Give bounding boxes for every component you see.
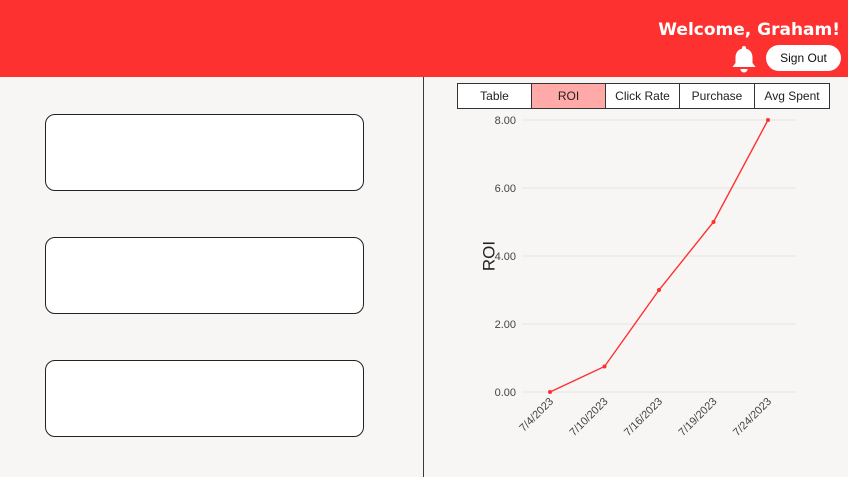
y-tick-label: 8.00 xyxy=(495,115,516,127)
data-point xyxy=(602,364,607,369)
sign-out-button[interactable]: Sign Out xyxy=(766,45,841,71)
y-tick-label: 0.00 xyxy=(495,387,516,399)
data-point xyxy=(766,118,770,122)
y-tick-label: 2.00 xyxy=(495,319,516,331)
x-tick-label: 7/10/2023 xyxy=(568,396,611,439)
data-point xyxy=(711,220,716,224)
bell-icon[interactable] xyxy=(730,44,758,74)
tab-roi[interactable]: ROI xyxy=(531,83,606,109)
x-tick-label: 7/4/2023 xyxy=(517,396,556,435)
welcome-message: Welcome, Graham! xyxy=(658,20,840,40)
x-tick-label: 7/19/2023 xyxy=(677,396,720,439)
tab-avg-spent[interactable]: Avg Spent xyxy=(754,83,830,109)
tab-purchase[interactable]: Purchase xyxy=(679,83,755,109)
y-tick-label: 6.00 xyxy=(495,183,516,195)
app-header: Welcome, Graham! Sign Out xyxy=(0,0,848,77)
roi-line-chart: 0.002.004.006.008.00 7/4/2023 7/10/2023 7/… xyxy=(479,115,796,439)
x-tick-label: 7/24/2023 xyxy=(731,396,774,439)
data-point xyxy=(657,288,661,292)
y-axis-label: ROI xyxy=(479,241,498,271)
data-point xyxy=(548,390,552,394)
x-tick-label: 7/16/2023 xyxy=(622,396,665,439)
tab-table[interactable]: Table xyxy=(457,83,532,109)
summary-panel xyxy=(0,77,424,477)
summary-card-3 xyxy=(45,360,364,437)
summary-card-2 xyxy=(45,237,364,314)
metric-tabs: Table ROI Click Rate Purchase Avg Spent xyxy=(457,83,830,109)
tab-click-rate[interactable]: Click Rate xyxy=(605,83,680,109)
summary-card-1 xyxy=(45,114,364,191)
